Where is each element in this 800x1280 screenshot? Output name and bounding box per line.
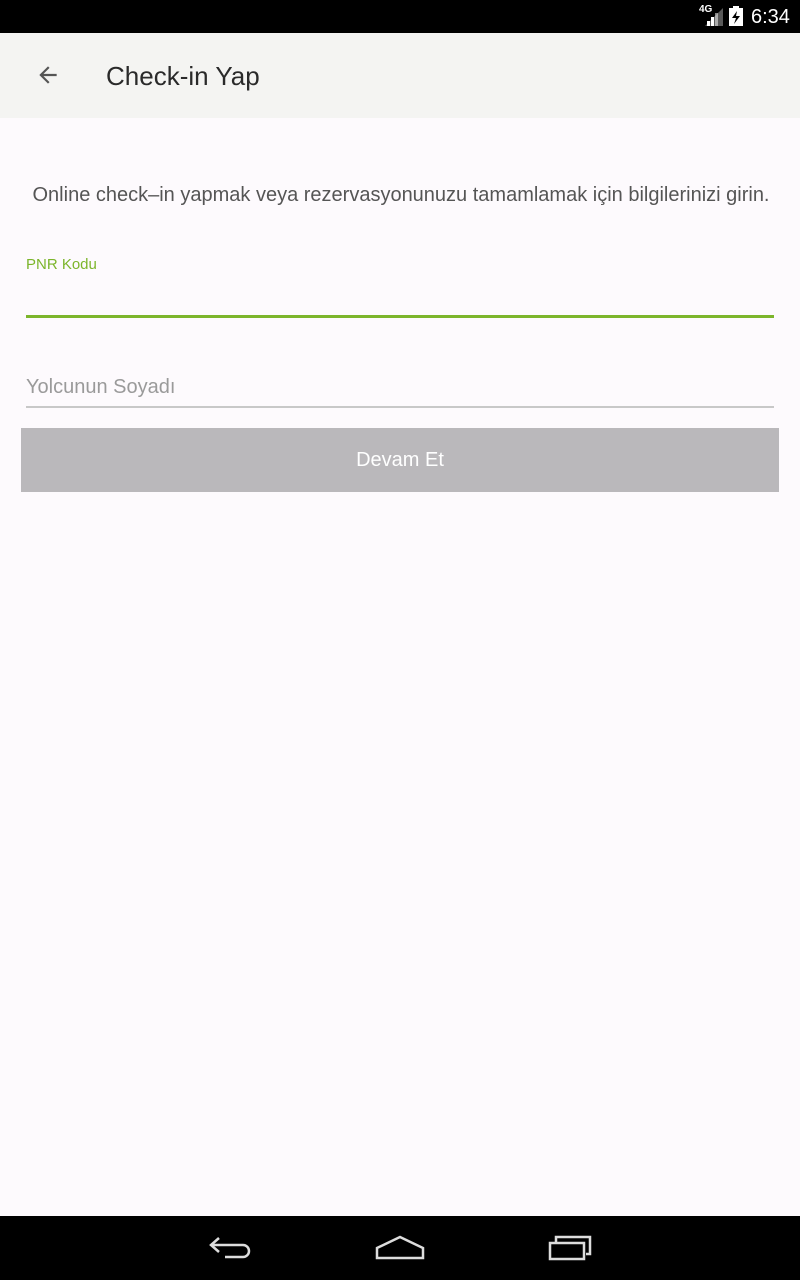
status-bar: 4G 6:34 bbox=[0, 0, 800, 33]
arrow-left-icon bbox=[39, 66, 57, 84]
surname-underline bbox=[26, 406, 774, 408]
page-title: Check-in Yap bbox=[106, 61, 260, 91]
navigation-bar bbox=[0, 1216, 800, 1280]
nav-back-button[interactable] bbox=[200, 1228, 260, 1268]
pnr-input[interactable] bbox=[26, 282, 774, 314]
app-bar: Check-in Yap bbox=[0, 33, 800, 118]
back-icon bbox=[209, 1237, 251, 1259]
surname-input[interactable] bbox=[26, 368, 774, 406]
battery-icon bbox=[729, 6, 743, 26]
nav-recents-button[interactable] bbox=[540, 1228, 600, 1268]
pnr-field: PNR Kodu bbox=[26, 252, 774, 318]
nav-home-button[interactable] bbox=[370, 1228, 430, 1268]
surname-field bbox=[26, 368, 774, 408]
signal-icon bbox=[705, 8, 723, 26]
continue-button[interactable]: Devam Et bbox=[21, 428, 779, 492]
back-button[interactable] bbox=[28, 55, 68, 95]
recents-icon bbox=[548, 1235, 592, 1261]
pnr-label: PNR Kodu bbox=[26, 256, 97, 273]
pnr-underline bbox=[26, 315, 774, 318]
intro-text: Online check–in yapmak veya rezervasyonu… bbox=[32, 184, 770, 206]
home-icon bbox=[375, 1235, 425, 1260]
clock: 6:34 bbox=[751, 6, 790, 28]
